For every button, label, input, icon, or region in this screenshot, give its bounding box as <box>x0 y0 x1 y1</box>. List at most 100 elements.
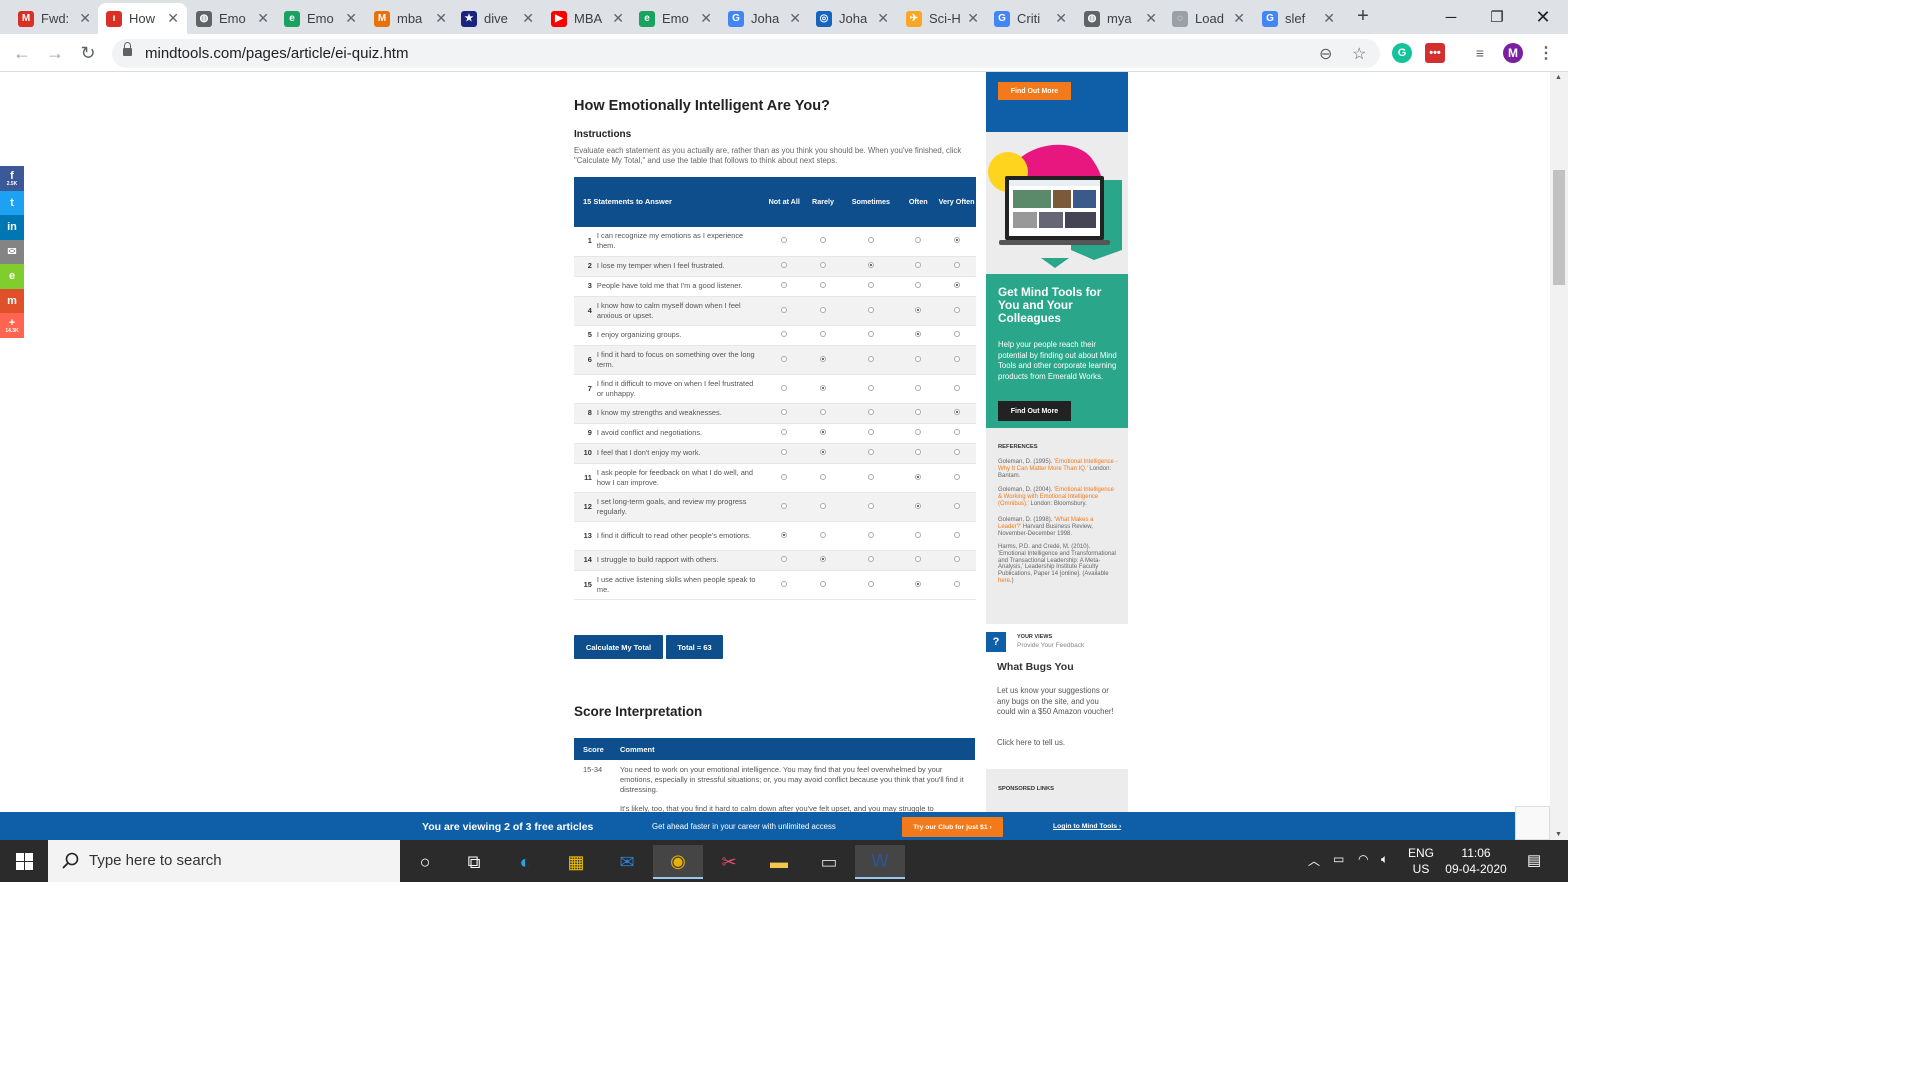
answer-radio[interactable] <box>781 282 788 289</box>
try-club-button[interactable]: Try our Club for just $1 › <box>902 817 1003 837</box>
find-out-more-button[interactable]: Find Out More <box>998 401 1071 421</box>
scrollbar-thumb[interactable] <box>1553 170 1565 285</box>
answer-radio[interactable] <box>867 556 874 563</box>
answer-radio[interactable] <box>915 473 922 480</box>
answer-radio[interactable] <box>820 282 827 289</box>
tab-close-icon[interactable]: ✕ <box>79 10 91 27</box>
bookmark-star-icon[interactable]: ☆ <box>1352 44 1366 64</box>
scroll-down-icon[interactable]: ▼ <box>1555 831 1562 838</box>
find-out-more-button[interactable]: Find Out More <box>998 82 1071 100</box>
answer-radio[interactable] <box>781 580 788 587</box>
new-tab-button[interactable]: + <box>1352 6 1374 28</box>
answer-radio[interactable] <box>820 502 827 509</box>
share-button[interactable]: t <box>0 190 24 215</box>
tab-close-icon[interactable]: ✕ <box>167 10 179 27</box>
tab-close-icon[interactable]: ✕ <box>1055 10 1067 27</box>
answer-radio[interactable] <box>915 580 922 587</box>
back-button[interactable]: ← <box>10 42 34 64</box>
task-view-icon[interactable]: ⧉ <box>449 845 499 879</box>
answer-radio[interactable] <box>867 306 874 313</box>
answer-radio[interactable] <box>953 384 960 391</box>
answer-radio[interactable] <box>781 409 788 416</box>
answer-radio[interactable] <box>915 355 922 362</box>
answer-radio[interactable] <box>953 331 960 338</box>
page-scrollbar[interactable]: ▲ ▼ <box>1550 72 1568 840</box>
profile-avatar[interactable]: M <box>1503 43 1523 63</box>
reference-link[interactable]: here <box>998 578 1010 584</box>
answer-radio[interactable] <box>820 449 827 456</box>
tab-close-icon[interactable]: ✕ <box>700 10 712 27</box>
answer-radio[interactable] <box>867 429 874 436</box>
answer-radio[interactable] <box>867 409 874 416</box>
answer-radio[interactable] <box>953 531 960 538</box>
notifications-icon[interactable]: ▤ <box>1527 851 1541 869</box>
answer-radio[interactable] <box>820 556 827 563</box>
answer-radio[interactable] <box>781 262 788 269</box>
answer-radio[interactable] <box>867 384 874 391</box>
browser-tab[interactable]: ◍ mya ✕ <box>1076 3 1165 34</box>
tab-close-icon[interactable]: ✕ <box>1323 10 1335 27</box>
menu-icon[interactable]: ⋮ <box>1536 43 1556 63</box>
volume-icon[interactable]: 🔈︎ <box>1381 852 1388 867</box>
answer-radio[interactable] <box>953 355 960 362</box>
browser-tab[interactable]: ı How ✕ <box>98 3 187 34</box>
answer-radio[interactable] <box>820 409 827 416</box>
answer-radio[interactable] <box>820 580 827 587</box>
extension-icon[interactable]: ••• <box>1425 43 1445 63</box>
answer-radio[interactable] <box>781 473 788 480</box>
answer-radio[interactable] <box>915 262 922 269</box>
tray-chevron-icon[interactable]: ︿ <box>1308 852 1320 869</box>
answer-radio[interactable] <box>915 429 922 436</box>
browser-tab[interactable]: Gslef ✕ <box>1254 3 1343 34</box>
answer-radio[interactable] <box>781 306 788 313</box>
login-link[interactable]: Login to Mind Tools › <box>1053 823 1121 830</box>
answer-radio[interactable] <box>915 331 922 338</box>
browser-tab[interactable]: Mmba ✕ <box>366 3 455 34</box>
answer-radio[interactable] <box>781 531 788 538</box>
scroll-up-icon[interactable]: ▲ <box>1555 74 1562 81</box>
answer-radio[interactable] <box>867 355 874 362</box>
browser-tab[interactable]: ✈ Sci-H ✕ <box>898 3 987 34</box>
language-indicator[interactable]: ENG US <box>1408 845 1434 877</box>
tab-close-icon[interactable]: ✕ <box>345 10 357 27</box>
answer-radio[interactable] <box>781 502 788 509</box>
browser-tab[interactable]: e Emo ✕ <box>631 3 720 34</box>
tab-close-icon[interactable]: ✕ <box>967 10 979 27</box>
answer-radio[interactable] <box>867 502 874 509</box>
battery-icon[interactable]: ▭ <box>1333 852 1344 866</box>
tab-close-icon[interactable]: ✕ <box>612 10 624 27</box>
answer-radio[interactable] <box>781 449 788 456</box>
tab-close-icon[interactable]: ✕ <box>257 10 269 27</box>
share-button[interactable]: in <box>0 215 24 240</box>
browser-tab[interactable]: ◍ Emo ✕ <box>188 3 277 34</box>
answer-radio[interactable] <box>781 331 788 338</box>
answer-radio[interactable] <box>915 306 922 313</box>
share-button[interactable]: ✉ <box>0 239 24 264</box>
answer-radio[interactable] <box>953 237 960 244</box>
share-button[interactable]: f 2.5K <box>0 166 24 191</box>
answer-radio[interactable] <box>820 262 827 269</box>
answer-radio[interactable] <box>915 502 922 509</box>
browser-tab[interactable]: G Joha ✕ <box>720 3 809 34</box>
answer-radio[interactable] <box>915 449 922 456</box>
chrome-icon[interactable]: ◉ <box>653 845 703 879</box>
snip-icon[interactable]: ✂ <box>704 845 754 879</box>
answer-radio[interactable] <box>915 384 922 391</box>
browser-tab[interactable]: e Emo ✕ <box>276 3 365 34</box>
address-bar[interactable]: mindtools.com/pages/article/ei-quiz.htm … <box>112 39 1380 68</box>
restore-button[interactable]: ❐ <box>1474 0 1520 34</box>
answer-radio[interactable] <box>781 384 788 391</box>
wifi-icon[interactable]: ◠ <box>1358 852 1368 866</box>
feedback-link[interactable]: Click here to tell us. <box>997 738 1115 749</box>
browser-tab[interactable]: ▶ MBA ✕ <box>543 3 632 34</box>
answer-radio[interactable] <box>867 331 874 338</box>
answer-radio[interactable] <box>953 580 960 587</box>
close-window-button[interactable]: ✕ <box>1520 0 1566 34</box>
browser-tab[interactable]: M Fwd: ✕ <box>10 3 99 34</box>
answer-radio[interactable] <box>820 237 827 244</box>
answer-radio[interactable] <box>867 262 874 269</box>
answer-radio[interactable] <box>915 409 922 416</box>
forward-button[interactable]: → <box>43 42 67 64</box>
answer-radio[interactable] <box>867 580 874 587</box>
answer-radio[interactable] <box>953 473 960 480</box>
